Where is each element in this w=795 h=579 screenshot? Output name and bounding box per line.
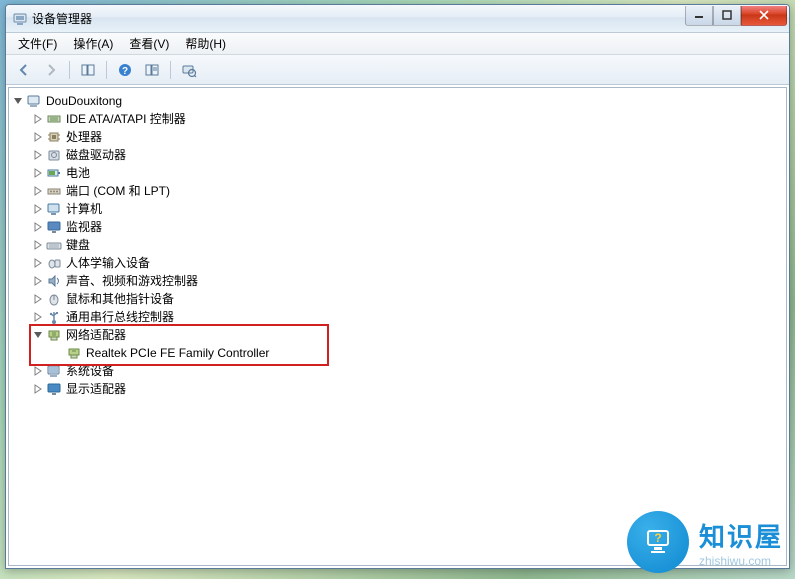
- expand-icon[interactable]: [31, 256, 45, 270]
- tree-node-label[interactable]: 人体学输入设备: [66, 254, 150, 272]
- computer-icon: [46, 201, 62, 217]
- toolbar: ?: [6, 55, 789, 85]
- tree-category-2[interactable]: 磁盘驱动器: [31, 146, 784, 164]
- properties-button[interactable]: [140, 59, 164, 81]
- expand-icon[interactable]: [31, 292, 45, 306]
- forward-button[interactable]: [39, 59, 63, 81]
- computer-root-icon: [26, 93, 42, 109]
- tree-category-6[interactable]: 监视器: [31, 218, 784, 236]
- expand-icon[interactable]: [31, 220, 45, 234]
- port-icon: [46, 183, 62, 199]
- disk-icon: [46, 147, 62, 163]
- hid-icon: [46, 255, 62, 271]
- tree-category-5[interactable]: 计算机: [31, 200, 784, 218]
- tree-category-1[interactable]: 处理器: [31, 128, 784, 146]
- tree-category-13[interactable]: 系统设备: [31, 362, 784, 380]
- tree-node-label[interactable]: 端口 (COM 和 LPT): [66, 182, 170, 200]
- menu-view[interactable]: 查看(V): [121, 33, 177, 54]
- expand-icon[interactable]: [31, 148, 45, 162]
- toolbar-separator: [69, 61, 70, 79]
- expand-icon[interactable]: [31, 112, 45, 126]
- mouse-icon: [46, 291, 62, 307]
- expand-icon[interactable]: [31, 166, 45, 180]
- tree-node-label[interactable]: DouDouxitong: [46, 92, 122, 110]
- menu-file[interactable]: 文件(F): [10, 33, 65, 54]
- tree-category-12[interactable]: 网络适配器: [31, 326, 784, 344]
- scan-hardware-button[interactable]: [177, 59, 201, 81]
- controller-icon: [46, 111, 62, 127]
- monitor-icon: [46, 219, 62, 235]
- tree-node-label[interactable]: 显示适配器: [66, 380, 126, 398]
- tree-category-11[interactable]: 通用串行总线控制器: [31, 308, 784, 326]
- back-button[interactable]: [12, 59, 36, 81]
- collapse-icon[interactable]: [31, 328, 45, 342]
- window-title: 设备管理器: [32, 10, 685, 27]
- sound-icon: [46, 273, 62, 289]
- tree-device-12-0[interactable]: Realtek PCIe FE Family Controller: [51, 344, 784, 362]
- expand-icon[interactable]: [31, 184, 45, 198]
- menubar: 文件(F) 操作(A) 查看(V) 帮助(H): [6, 33, 789, 55]
- toolbar-separator: [106, 61, 107, 79]
- system-icon: [46, 363, 62, 379]
- tree-node-label[interactable]: 监视器: [66, 218, 102, 236]
- watermark-brand: 知识屋: [699, 522, 783, 552]
- tree-category-9[interactable]: 声音、视频和游戏控制器: [31, 272, 784, 290]
- expand-icon[interactable]: [31, 202, 45, 216]
- watermark-text: 知识屋 zhishiwu.com: [699, 517, 783, 568]
- device-manager-window: 设备管理器 文件(F) 操作(A) 查看(V) 帮助(H): [5, 4, 790, 569]
- expand-icon[interactable]: [31, 238, 45, 252]
- tree-node-label[interactable]: 计算机: [66, 200, 102, 218]
- toolbar-separator: [170, 61, 171, 79]
- menu-action[interactable]: 操作(A): [65, 33, 121, 54]
- expand-icon[interactable]: [31, 382, 45, 396]
- nic-device-icon: [66, 345, 82, 361]
- tree-category-10[interactable]: 鼠标和其他指针设备: [31, 290, 784, 308]
- tree-category-4[interactable]: 端口 (COM 和 LPT): [31, 182, 784, 200]
- minimize-button[interactable]: [685, 6, 713, 26]
- tree-node-label[interactable]: Realtek PCIe FE Family Controller: [86, 344, 269, 362]
- tree-node-label[interactable]: 网络适配器: [66, 326, 126, 344]
- app-icon: [12, 11, 28, 27]
- svg-text:?: ?: [122, 66, 128, 77]
- tree-category-8[interactable]: 人体学输入设备: [31, 254, 784, 272]
- tree-node-label[interactable]: 声音、视频和游戏控制器: [66, 272, 198, 290]
- svg-text:?: ?: [654, 531, 661, 545]
- expand-icon[interactable]: [31, 130, 45, 144]
- cpu-icon: [46, 129, 62, 145]
- tree-node-label[interactable]: 系统设备: [66, 362, 114, 380]
- expand-icon[interactable]: [31, 364, 45, 378]
- tree-category-7[interactable]: 键盘: [31, 236, 784, 254]
- tree-category-3[interactable]: 电池: [31, 164, 784, 182]
- show-hide-console-button[interactable]: [76, 59, 100, 81]
- display-icon: [46, 381, 62, 397]
- tree-node-label[interactable]: 电池: [66, 164, 90, 182]
- tree-node-label[interactable]: 磁盘驱动器: [66, 146, 126, 164]
- device-tree-area[interactable]: DouDouxitongIDE ATA/ATAPI 控制器处理器磁盘驱动器电池端…: [8, 87, 787, 566]
- collapse-icon[interactable]: [11, 94, 25, 108]
- keyboard-icon: [46, 237, 62, 253]
- expand-icon[interactable]: [31, 274, 45, 288]
- expand-icon[interactable]: [31, 310, 45, 324]
- tree-node-label[interactable]: 键盘: [66, 236, 90, 254]
- tree-node-label[interactable]: 鼠标和其他指针设备: [66, 290, 174, 308]
- help-button[interactable]: ?: [113, 59, 137, 81]
- maximize-button[interactable]: [713, 6, 741, 26]
- battery-icon: [46, 165, 62, 181]
- titlebar[interactable]: 设备管理器: [6, 5, 789, 33]
- network-icon: [46, 327, 62, 343]
- tree-category-0[interactable]: IDE ATA/ATAPI 控制器: [31, 110, 784, 128]
- tree-node-label[interactable]: 通用串行总线控制器: [66, 308, 174, 326]
- tree-node-label[interactable]: IDE ATA/ATAPI 控制器: [66, 110, 186, 128]
- watermark-domain: zhishiwu.com: [699, 554, 783, 568]
- close-button[interactable]: [741, 6, 787, 26]
- window-controls: [685, 6, 787, 26]
- watermark-logo: ? 知识屋 zhishiwu.com: [627, 511, 783, 573]
- usb-icon: [46, 309, 62, 325]
- tree-root-node[interactable]: DouDouxitong: [11, 92, 784, 110]
- tree-category-14[interactable]: 显示适配器: [31, 380, 784, 398]
- tree-node-label[interactable]: 处理器: [66, 128, 102, 146]
- menu-help[interactable]: 帮助(H): [177, 33, 234, 54]
- watermark-icon: ?: [627, 511, 689, 573]
